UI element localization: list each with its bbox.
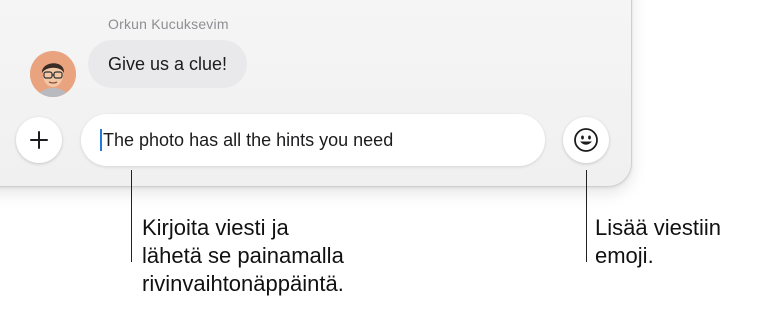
avatar[interactable]: [30, 51, 76, 97]
input-callout-line-3: rivinvaihtonäppäintä.: [142, 271, 344, 296]
smiley-icon: [574, 128, 598, 152]
sender-name: Orkun Kucuksevim: [108, 16, 229, 32]
emoji-callout-line-2: emoji.: [595, 243, 654, 268]
emoji-button[interactable]: [563, 117, 609, 163]
input-callout-line-2: lähetä se painamalla: [142, 243, 344, 268]
message-bubble[interactable]: Give us a clue!: [88, 40, 248, 88]
input-callout-text: Kirjoita viesti ja lähetä se painamalla …: [142, 214, 344, 298]
memoji-avatar-icon: [30, 51, 76, 97]
message-input[interactable]: The photo has all the hints you need: [81, 114, 545, 166]
plus-icon: [30, 131, 48, 149]
message-text: Give us a clue!: [108, 53, 228, 74]
emoji-callout-line: [586, 170, 587, 262]
input-callout-line: [131, 170, 132, 262]
emoji-callout-line-1: Lisää viestiin: [595, 215, 721, 240]
emoji-callout-text: Lisää viestiin emoji.: [595, 214, 721, 270]
message-input-text: The photo has all the hints you need: [103, 130, 394, 150]
input-callout-line-1: Kirjoita viesti ja: [142, 215, 289, 240]
add-attachment-button[interactable]: [16, 117, 62, 163]
text-caret: [100, 129, 102, 151]
